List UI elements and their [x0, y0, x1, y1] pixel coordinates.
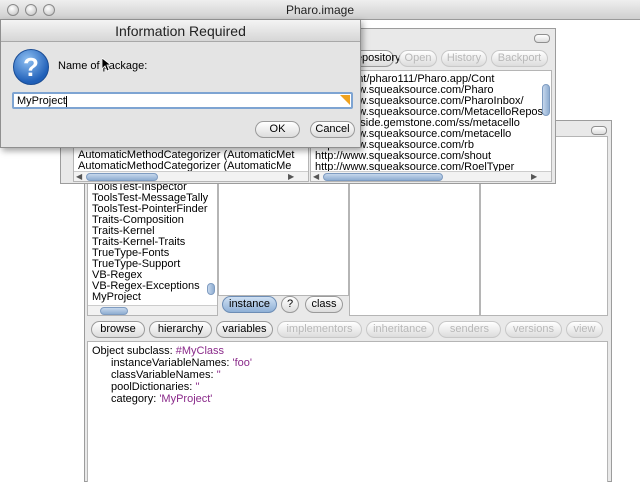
code-line-3: classVariableNames: '' [111, 369, 221, 381]
senders-button[interactable]: senders [438, 321, 501, 338]
hierarchy-button[interactable]: hierarchy [149, 321, 212, 338]
category-vscroll-thumb[interactable] [207, 283, 215, 295]
ok-button[interactable]: OK [255, 121, 300, 138]
repository-hscroll-thumb[interactable] [323, 173, 443, 181]
close-window-icon[interactable] [7, 4, 19, 16]
dialog-title: Information Required [115, 23, 246, 39]
question-icon: ? [13, 49, 49, 85]
code-string: '' [195, 381, 200, 393]
scroll-right-icon[interactable]: ▶ [531, 172, 537, 181]
versions-button[interactable]: versions [505, 321, 562, 338]
open-tab[interactable]: Open [399, 50, 437, 67]
package-hscrollbar[interactable]: ◀ ▶ [74, 171, 308, 181]
field-corner-icon [340, 95, 350, 105]
package-name-field[interactable]: MyProject [12, 92, 353, 109]
text-cursor [66, 96, 67, 107]
package-name-value: MyProject [17, 95, 66, 107]
code-text: Object subclass: [92, 345, 176, 357]
world-title: Pharo.image [285, 3, 355, 17]
cancel-button[interactable]: Cancel [310, 121, 355, 138]
code-line-4: poolDictionaries: '' [111, 381, 200, 393]
code-text: classVariableNames: [111, 369, 217, 381]
variables-button[interactable]: variables [216, 321, 273, 338]
zoom-window-icon[interactable] [43, 4, 55, 16]
inheritance-button[interactable]: inheritance [366, 321, 434, 338]
information-required-dialog: Information Required ? Name of package: … [0, 19, 361, 148]
code-string: 'foo' [232, 357, 252, 369]
view-button[interactable]: view [566, 321, 603, 338]
browser-collapse-icon[interactable] [591, 126, 607, 135]
list-item-selected[interactable]: MyProject [92, 292, 141, 303]
code-pane[interactable]: Object subclass: #MyClass instanceVariab… [87, 341, 608, 482]
scroll-left-icon[interactable]: ◀ [76, 172, 82, 181]
monticello-collapse-icon[interactable] [534, 34, 550, 43]
code-line-5: category: 'MyProject' [111, 393, 212, 405]
code-line-1: Object subclass: #MyClass [92, 345, 224, 357]
browse-button[interactable]: browse [91, 321, 145, 338]
help-button[interactable]: ? [281, 296, 299, 313]
code-line-2: instanceVariableNames: 'foo' [111, 357, 252, 369]
repository-hscrollbar[interactable]: ◀ ▶ [311, 171, 551, 181]
code-text: poolDictionaries: [111, 381, 196, 393]
scroll-left-icon[interactable]: ◀ [313, 172, 319, 181]
repository-vscroll-thumb[interactable] [542, 84, 550, 116]
class-name-symbol: #MyClass [175, 345, 225, 357]
class-button[interactable]: class [305, 296, 343, 313]
code-text: instanceVariableNames: [111, 357, 233, 369]
dialog-title-bar: Information Required [1, 20, 360, 42]
category-hscrollbar[interactable] [88, 305, 217, 315]
implementors-button[interactable]: implementors [277, 321, 362, 338]
minimize-window-icon[interactable] [25, 4, 37, 16]
mouse-pointer-icon [102, 58, 112, 72]
code-text: category: [111, 393, 160, 405]
category-hscroll-thumb[interactable] [100, 307, 128, 315]
code-string: '' [216, 369, 221, 381]
scroll-right-icon[interactable]: ▶ [288, 172, 294, 181]
backport-tab[interactable]: Backport [491, 50, 548, 67]
instance-button[interactable]: instance [222, 296, 277, 313]
history-tab[interactable]: History [441, 50, 487, 67]
package-hscroll-thumb[interactable] [86, 173, 158, 181]
code-string: 'MyProject' [159, 393, 213, 405]
world-title-bar: Pharo.image [0, 0, 640, 20]
